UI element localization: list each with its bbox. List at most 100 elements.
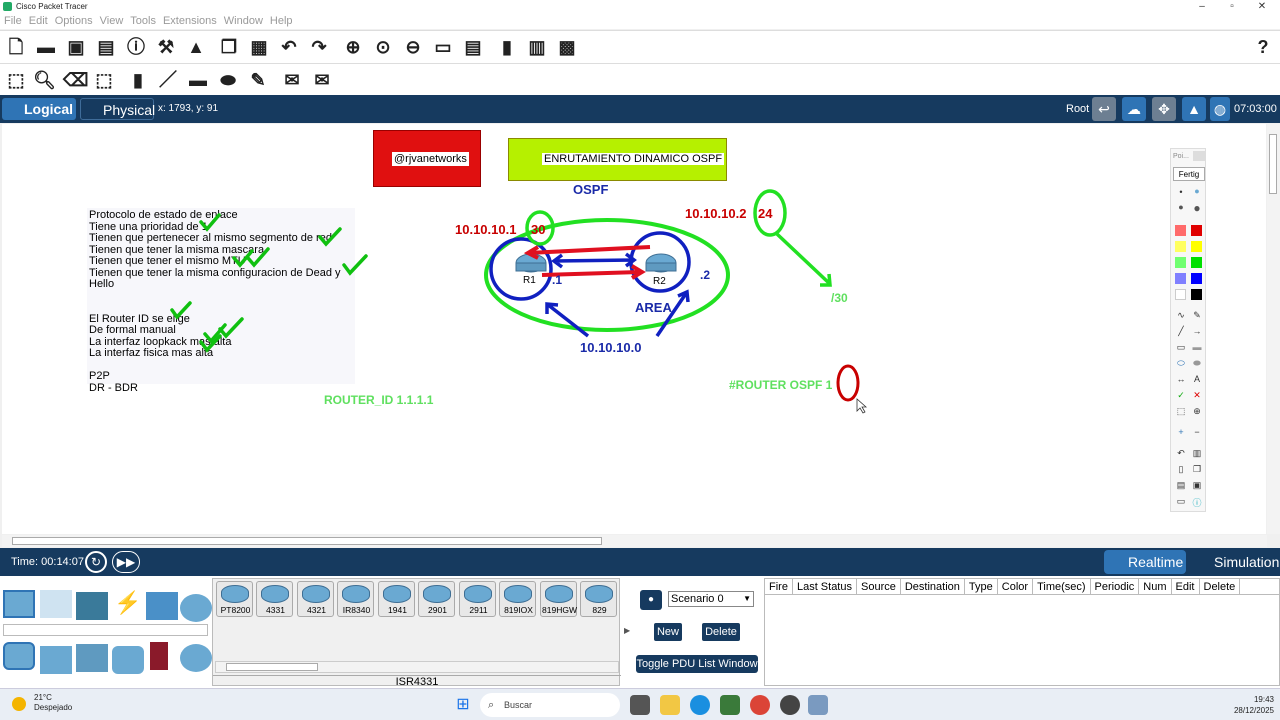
page-icon[interactable]: ▯ xyxy=(1174,464,1188,475)
drawing-palette-icon[interactable]: ▭ xyxy=(432,36,454,58)
logical-tab[interactable]: Logical xyxy=(2,98,76,120)
network-devices-icon[interactable] xyxy=(3,590,35,618)
cluster-icon[interactable]: ▥ xyxy=(526,36,548,58)
zoom-reset-icon[interactable]: ⊙ xyxy=(372,36,394,58)
col-fire[interactable]: Fire xyxy=(765,579,793,595)
wan-emulation-icon[interactable] xyxy=(180,644,212,672)
rect-outline-icon[interactable]: ▭ xyxy=(1174,342,1188,353)
col-num[interactable]: Num xyxy=(1139,579,1172,595)
wizard-icon[interactable]: ⚒ xyxy=(155,36,177,58)
connections-icon[interactable]: ⚡ xyxy=(112,590,144,618)
network-info-icon[interactable]: ▲ xyxy=(185,36,207,58)
copy-draw-icon[interactable]: ❐ xyxy=(1190,464,1204,475)
packet-tracer-icon[interactable] xyxy=(808,695,828,715)
col-edit[interactable]: Edit xyxy=(1172,579,1200,595)
minus-icon[interactable]: − xyxy=(1190,427,1204,437)
logical-workspace[interactable]: Protocolo de estado de enlace Tiene una … xyxy=(2,124,1266,534)
new-file-icon[interactable]: 🗋 xyxy=(5,36,27,58)
pen-icon[interactable]: ✎ xyxy=(1190,310,1204,321)
device-tile[interactable]: PT8200 xyxy=(216,581,253,617)
copy-icon[interactable]: ❐ xyxy=(218,36,240,58)
device-tile[interactable]: 2901 xyxy=(418,581,455,617)
weather-widget[interactable]: 21°C Despejado xyxy=(34,693,72,713)
device-tile[interactable]: 829 xyxy=(580,581,617,617)
windows-start-icon[interactable]: ⊞ xyxy=(453,695,473,715)
device-tile[interactable]: 819IOX xyxy=(499,581,536,617)
task-view-icon[interactable] xyxy=(630,695,650,715)
device-tile[interactable]: 1941 xyxy=(378,581,415,617)
open-folder-icon[interactable]: ▬ xyxy=(35,36,57,58)
switches-icon[interactable] xyxy=(40,646,72,674)
new-scenario-button[interactable]: New xyxy=(654,623,682,641)
menu-tools[interactable]: Tools xyxy=(130,15,156,27)
device-scroll-thumb[interactable] xyxy=(226,663,318,671)
background-image-icon[interactable]: ▲ xyxy=(1182,97,1206,121)
col-time[interactable]: Time(sec) xyxy=(1033,579,1091,595)
ellipse-fill-icon[interactable]: ⬬ xyxy=(1190,358,1204,369)
menu-view[interactable]: View xyxy=(100,15,124,27)
check-tool-icon[interactable]: ✓ xyxy=(1174,390,1188,401)
ellipse-icon[interactable]: ⬬ xyxy=(217,69,239,91)
device-tile[interactable]: 4321 xyxy=(297,581,334,617)
wireless-icon[interactable] xyxy=(112,646,144,674)
system-clock[interactable]: 19:43 28/12/2025 xyxy=(1218,694,1274,716)
app-icon[interactable] xyxy=(780,695,800,715)
color-swatch[interactable] xyxy=(1191,241,1202,252)
end-devices-icon[interactable] xyxy=(40,590,72,618)
menu-file[interactable]: File xyxy=(4,15,22,27)
menu-edit[interactable]: Edit xyxy=(29,15,48,27)
power-cycle-icon[interactable]: ↻ xyxy=(85,551,107,573)
freehand-icon[interactable]: ∿ xyxy=(1174,310,1188,321)
print-draw-icon[interactable]: ▤ xyxy=(1174,480,1188,491)
horizontal-scrollbar[interactable] xyxy=(2,535,1267,547)
globe-clock-icon[interactable]: ◍ xyxy=(1210,97,1230,121)
palette-close-icon[interactable] xyxy=(1193,151,1205,161)
paste-icon[interactable]: ▦ xyxy=(248,36,270,58)
select-icon[interactable]: ⬚ xyxy=(5,69,27,91)
chrome-icon[interactable] xyxy=(750,695,770,715)
complex-pdu-icon[interactable]: ✉ xyxy=(311,69,333,91)
security-icon[interactable] xyxy=(150,642,168,670)
xlarge-dot-icon[interactable]: ● xyxy=(1190,201,1204,215)
freeform-icon[interactable]: ✎ xyxy=(247,69,269,91)
toggle-pdu-list-button[interactable]: Toggle PDU List Window xyxy=(636,655,758,673)
zoom-tool-icon[interactable]: ⊕ xyxy=(1190,406,1204,417)
back-icon[interactable]: ↩ xyxy=(1092,97,1116,121)
inspect-icon[interactable]: 🔍︎ xyxy=(33,69,56,91)
menu-window[interactable]: Window xyxy=(224,15,263,27)
medium-dot-icon[interactable]: ● xyxy=(1190,186,1204,196)
expand-arrow-icon[interactable]: ▶ xyxy=(624,626,630,635)
col-color[interactable]: Color xyxy=(998,579,1034,595)
viewport-icon[interactable]: ▮ xyxy=(496,36,518,58)
delete-scenario-button[interactable]: Delete xyxy=(702,623,740,641)
large-dot-icon[interactable]: ● xyxy=(1174,202,1188,212)
ellipse-outline-icon[interactable]: ⬭ xyxy=(1174,358,1188,369)
close-button[interactable]: ✕ xyxy=(1252,0,1272,14)
trash-icon[interactable]: ▥ xyxy=(1190,448,1204,459)
simulation-button[interactable]: Simulation xyxy=(1190,550,1279,574)
fertig-button[interactable]: Fertig xyxy=(1173,167,1205,181)
device-tile[interactable]: 819HGW xyxy=(540,581,577,617)
color-swatch[interactable] xyxy=(1191,257,1202,268)
physical-tab[interactable]: Physical xyxy=(80,98,155,120)
device-tile[interactable]: IR8340 xyxy=(337,581,374,617)
miscellaneous-icon[interactable] xyxy=(146,592,178,620)
move-icon[interactable]: ✥ xyxy=(1152,97,1176,121)
col-last-status[interactable]: Last Status xyxy=(793,579,857,595)
line-tool-icon[interactable]: ╱ xyxy=(1174,326,1188,337)
menu-extensions[interactable]: Extensions xyxy=(163,15,217,27)
cloud-icon[interactable]: ☁ xyxy=(1122,97,1146,121)
scenario-select[interactable]: Scenario 0 ▼ xyxy=(668,591,754,607)
minimize-button[interactable]: – xyxy=(1192,0,1212,14)
fast-forward-icon[interactable]: ▶▶ xyxy=(112,551,140,573)
zoom-out-icon[interactable]: ⊖ xyxy=(402,36,424,58)
color-swatch[interactable] xyxy=(1175,273,1186,284)
col-destination[interactable]: Destination xyxy=(901,579,965,595)
r1-label[interactable]: R1 xyxy=(523,275,536,286)
file-explorer-icon[interactable] xyxy=(660,695,680,715)
delete-icon[interactable]: ⌫ xyxy=(63,69,88,91)
maximize-button[interactable]: ▫ xyxy=(1222,0,1242,14)
redo-icon[interactable]: ↷ xyxy=(308,36,330,58)
save-draw-icon[interactable]: ▣ xyxy=(1190,480,1204,491)
multiuser-icon[interactable] xyxy=(180,594,212,622)
